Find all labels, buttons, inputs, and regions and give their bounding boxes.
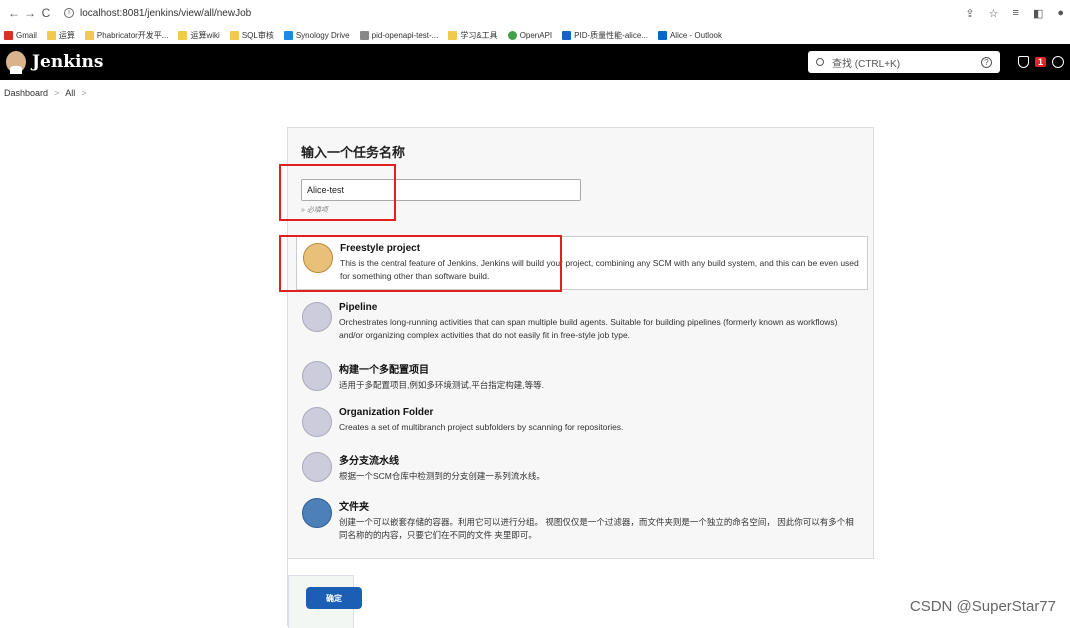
forward-icon[interactable]: → — [22, 6, 38, 20]
new-job-panel: 输入一个任务名称 Alice-test » 必填项 Freestyle proj… — [279, 127, 875, 628]
bookmark[interactable]: SQL审核 — [229, 30, 274, 41]
chevron-right-icon: > — [54, 88, 60, 98]
job-type-desc: Creates a set of multibranch project sub… — [339, 422, 624, 432]
bookmark[interactable]: Phabricator开发平... — [84, 30, 168, 41]
profile-icon[interactable]: ● — [1057, 7, 1064, 20]
annotation-box — [279, 235, 562, 292]
organization-folder-icon — [302, 407, 332, 437]
bookmarks-bar: Gmail 运算 Phabricator开发平... 运算wiki SQL审核 … — [0, 26, 1070, 44]
jenkins-icon — [359, 30, 369, 40]
breadcrumb: Dashboard > All > — [0, 80, 1070, 106]
pipeline-icon — [302, 302, 332, 332]
bottom-bar: 确定 — [288, 558, 875, 628]
notification-badge[interactable]: 1 — [1034, 57, 1046, 67]
job-type-multibranch[interactable]: 多分支流水线 根据一个SCM仓库中检测到的分支创建一系列流水线。 — [296, 446, 868, 489]
reload-icon[interactable]: C — [38, 6, 54, 20]
user-icon[interactable] — [1052, 56, 1064, 68]
folder-icon — [448, 30, 458, 40]
bookmark[interactable]: PID-质量性能-alice... — [562, 30, 648, 41]
bookmark[interactable]: 运算wiki — [178, 30, 220, 41]
job-type-title: 文件夹 — [339, 502, 369, 513]
url-field[interactable]: i localhost:8081/jenkins/view/all/newJob — [64, 8, 251, 19]
url-text[interactable]: localhost:8081/jenkins/view/all/newJob — [80, 8, 251, 19]
multibranch-icon — [302, 452, 332, 482]
info-icon: i — [64, 8, 74, 18]
folder-icon — [84, 30, 94, 40]
job-type-desc: Orchestrates long-running activities tha… — [339, 317, 838, 340]
search-input[interactable]: 查找 (CTRL+K) ? — [807, 51, 1000, 73]
security-shield-icon[interactable] — [1017, 56, 1029, 68]
breadcrumb-dashboard[interactable]: Dashboard — [4, 88, 48, 98]
browser-address-bar: ← → C i localhost:8081/jenkins/view/all/… — [0, 0, 1070, 26]
job-type-title: 多分支流水线 — [339, 456, 399, 467]
job-type-organization-folder[interactable]: Organization Folder Creates a set of mul… — [296, 401, 868, 443]
ok-button[interactable]: 确定 — [306, 587, 362, 609]
gmail-icon — [4, 30, 13, 40]
folder-icon — [229, 30, 239, 40]
annotation-box — [279, 164, 396, 221]
folder-icon — [178, 30, 188, 40]
jenkins-logo-icon[interactable] — [6, 51, 26, 74]
help-icon[interactable]: ? — [980, 56, 992, 68]
job-type-desc: 根据一个SCM仓库中检测到的分支创建一系列流水线。 — [339, 471, 545, 481]
job-type-pipeline[interactable]: Pipeline Orchestrates long-running activ… — [296, 296, 868, 348]
share-icon[interactable]: ⇪ — [965, 7, 974, 20]
job-type-folder[interactable]: 文件夹 创建一个可以嵌套存储的容器。利用它可以进行分组。 视图仅仅是一个过滤器，… — [296, 492, 868, 548]
reading-list-icon[interactable]: ≡ — [1013, 7, 1019, 20]
job-type-desc: 适用于多配置项目,例如多环境测试,平台指定构建,等等. — [339, 380, 544, 390]
multiconfig-icon — [302, 361, 332, 391]
outlook-icon — [657, 30, 667, 40]
page-title: 输入一个任务名称 — [301, 145, 406, 160]
back-icon[interactable]: ← — [6, 6, 22, 20]
job-type-multiconfig[interactable]: 构建一个多配置项目 适用于多配置项目,例如多环境测试,平台指定构建,等等. — [296, 355, 868, 398]
bookmark[interactable]: Synology Drive — [283, 30, 350, 40]
openapi-icon — [507, 30, 517, 40]
app-title[interactable]: Jenkins — [32, 52, 103, 72]
bookmark[interactable]: Gmail — [4, 30, 37, 40]
watermark: CSDN @SuperStar77 — [909, 598, 1056, 615]
bookmark[interactable]: OpenAPI — [507, 30, 552, 40]
job-type-title: Pipeline — [339, 302, 378, 313]
sidepanel-icon[interactable]: ◧ — [1033, 7, 1043, 20]
star-icon[interactable]: ☆ — [989, 7, 999, 20]
jenkins-header: Jenkins 查找 (CTRL+K) ? 1 — [0, 44, 1070, 80]
folder-icon — [302, 498, 332, 528]
job-type-title: Organization Folder — [339, 407, 434, 418]
bookmark[interactable]: 运算 — [46, 30, 75, 41]
bookmark[interactable]: 学习&工具 — [448, 30, 498, 41]
search-icon — [815, 58, 824, 66]
folder-icon — [46, 30, 56, 40]
bookmark[interactable]: Alice - Outlook — [657, 30, 722, 40]
search-placeholder: 查找 (CTRL+K) — [831, 58, 901, 70]
bookmark[interactable]: pid-openapi-test-... — [359, 30, 438, 40]
job-type-desc: 创建一个可以嵌套存储的容器。利用它可以进行分组。 视图仅仅是一个过滤器，而文件夹… — [339, 517, 854, 540]
synology-icon — [283, 30, 293, 40]
job-type-title: 构建一个多配置项目 — [339, 365, 429, 376]
doc-icon — [562, 30, 572, 40]
breadcrumb-all[interactable]: All — [65, 88, 75, 98]
chevron-right-icon: > — [81, 88, 87, 98]
